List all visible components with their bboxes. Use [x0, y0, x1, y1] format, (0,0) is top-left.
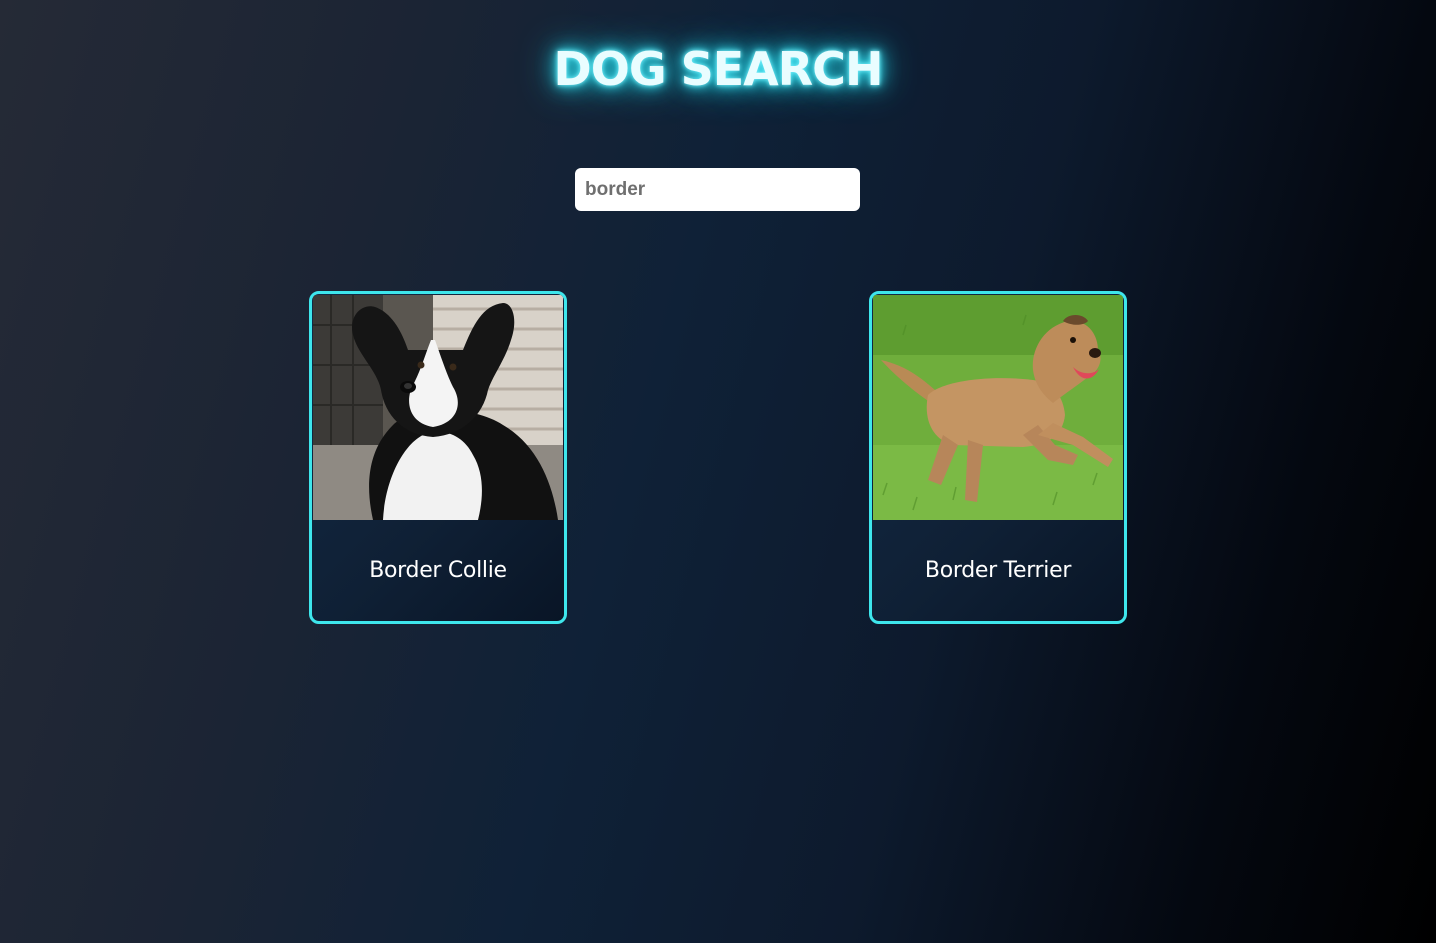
dog-card-border-terrier[interactable]: Border Terrier	[869, 291, 1127, 624]
dog-name: Border Collie	[369, 558, 507, 583]
border-terrier-photo	[873, 295, 1123, 520]
border-collie-photo	[313, 295, 563, 520]
dog-card-border-collie[interactable]: Border Collie	[309, 291, 567, 624]
dog-name: Border Terrier	[924, 558, 1072, 583]
search-input[interactable]	[575, 168, 860, 211]
page-title: DOG SEARCH	[553, 42, 884, 96]
